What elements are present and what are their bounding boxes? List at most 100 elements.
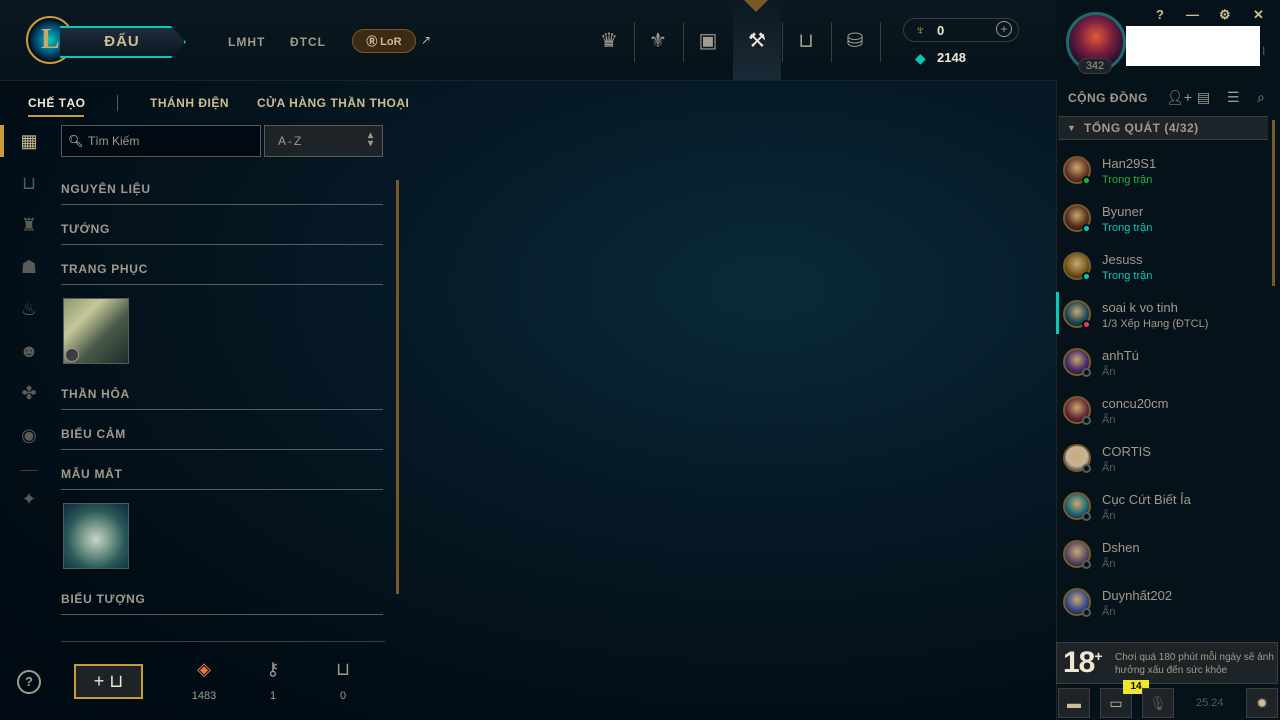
summoner-icon-filter-icon[interactable]: ◉ [18, 424, 40, 446]
add-friend-icon[interactable]: 👤︎+ [1166, 89, 1192, 106]
friend-name: Han29S1 [1102, 156, 1157, 171]
health-warning: 18+ Chơi quá 180 phút mỗi ngày sẽ ảnh hư… [1056, 642, 1278, 684]
search-icon[interactable]: ⌕ [1257, 89, 1265, 106]
ward-skin-item[interactable] [63, 503, 129, 569]
rp-icon: ♆ [915, 22, 926, 38]
buy-rp-button[interactable]: + [996, 21, 1012, 37]
grid-all-icon[interactable]: ▦ [18, 130, 40, 152]
status-dot-icon [1082, 560, 1091, 569]
friend-row[interactable]: Cục Cứt Biết Ỉa Ẩn [1058, 486, 1268, 534]
client-version: 25.24 [1196, 697, 1224, 709]
status-dot-icon [1082, 416, 1091, 425]
skin-mask-icon[interactable]: ☗ [18, 256, 40, 278]
sort-value: A-Z [278, 134, 304, 148]
tab-sanctum[interactable]: THÁNH ĐIỆN [150, 96, 229, 110]
list-view-icon[interactable]: ☰ [1227, 89, 1240, 106]
friend-row[interactable]: soai k vo tinh 1/3 Xếp Hạng (ĐTCL) [1058, 294, 1268, 342]
sort-select[interactable]: A-Z ▴ ▾ [264, 125, 383, 157]
friend-name: concu20cm [1102, 396, 1169, 411]
collection-icon[interactable]: ⊔ [791, 26, 821, 56]
health-warning-text: Chơi quá 180 phút mỗi ngày sẽ ảnh hưởng … [1115, 652, 1274, 676]
category-icons[interactable]: BIỂU TƯỢNG [61, 592, 383, 615]
clash-icon[interactable]: ⚜ [643, 26, 673, 56]
friend-row[interactable]: anhTú Ẩn [1058, 342, 1268, 390]
friend-row[interactable]: CORTIS Ẩn [1058, 438, 1268, 486]
voice-mic-icon[interactable]: 🎙︎ [1142, 688, 1174, 718]
search-input[interactable] [88, 133, 248, 149]
active-tab-caret [744, 0, 768, 12]
store-bag-icon[interactable]: ▣ [693, 26, 723, 56]
chest-filter-icon[interactable]: ⊔ [18, 172, 40, 194]
friend-row[interactable]: concu20cm Ẩn [1058, 390, 1268, 438]
tab-crafting[interactable]: CHẾ TẠO [28, 96, 86, 110]
crafting-icon[interactable]: ⚒ [742, 26, 772, 56]
external-link-icon: ↗ [421, 33, 432, 47]
sort-stepper-icon: ▴ ▾ [367, 130, 373, 149]
category-ward-skins[interactable]: MẪU MẮT [61, 467, 383, 490]
chat-icon[interactable]: ▬ [1058, 688, 1090, 718]
report-bug-icon[interactable]: ✹ [1246, 688, 1278, 718]
wardskin-icon[interactable]: ✤ [18, 382, 40, 404]
friend-row[interactable]: Duynhất202 Ẩn [1058, 582, 1268, 630]
add-chest-button[interactable]: + ⊔ [74, 664, 143, 699]
rail-active-indicator [0, 125, 4, 157]
category-wards[interactable]: THẦN HỎA [61, 387, 383, 410]
friend-name: soai k vo tinh [1102, 300, 1178, 315]
social-title: CỘNG ĐỒNG [1068, 91, 1148, 105]
nav-link-dtcl[interactable]: ĐTCL [290, 35, 326, 49]
friend-name: Dshen [1102, 540, 1140, 555]
loot-scrollbar[interactable] [396, 180, 399, 594]
status-dot-icon [1082, 512, 1091, 521]
minimize-button[interactable]: — [1186, 7, 1199, 22]
collapse-caret-icon: ▼ [1067, 123, 1076, 133]
friend-status: Trong trận [1102, 222, 1153, 234]
nav-link-lmht[interactable]: LMHT [228, 35, 265, 49]
lor-button[interactable]: Ⓡ LoR [352, 29, 416, 53]
loot-coins-icon[interactable]: ⛁ [840, 26, 870, 56]
loot-help-button[interactable]: ? [17, 670, 41, 694]
play-button[interactable]: ĐẤU [60, 26, 186, 58]
chest-icon: ⊔ [109, 671, 124, 691]
close-button[interactable]: ✕ [1253, 7, 1264, 23]
category-champions[interactable]: TƯỚNG [61, 222, 383, 245]
nav-divider [880, 22, 881, 62]
status-dot-icon [1082, 320, 1091, 329]
tab-mythic-shop[interactable]: CỬA HÀNG THẦN THOẠI [257, 96, 409, 110]
lor-label: LoR [380, 36, 402, 48]
skin-shard-item[interactable] [63, 298, 129, 364]
chest-count-value: 0 [339, 690, 347, 702]
client-window: L ĐẤU LMHT ĐTCL Ⓡ LoR ↗ ♛ ⚜ ▣ ⚒ ⊔ ⛁ ♆ 0 … [0, 0, 1280, 720]
ward-flame-icon[interactable]: ♨ [18, 298, 40, 320]
friend-status: Ẩn [1102, 414, 1116, 426]
friend-group-label: TỔNG QUÁT (4/32) [1084, 121, 1199, 135]
friend-group-header[interactable]: ▼ TỔNG QUÁT (4/32) [1058, 116, 1268, 140]
social-scrollbar[interactable] [1272, 120, 1275, 286]
add-folder-icon[interactable]: ▤ [1197, 89, 1210, 106]
friend-name: CORTIS [1102, 444, 1151, 459]
rail-divider [20, 470, 38, 471]
settings-gear-icon[interactable]: ⚙ [1219, 7, 1231, 23]
friend-row[interactable]: Byuner Trong trận [1058, 198, 1268, 246]
skin-rarity-icon [65, 348, 79, 362]
friend-status: Ẩn [1102, 366, 1116, 378]
category-skins[interactable]: TRANG PHỤC [61, 262, 383, 285]
status-dot-icon [1082, 272, 1091, 281]
key-fragment-value: 1 [269, 690, 277, 702]
friend-status: Ẩn [1102, 606, 1116, 618]
key-icon: ⚷ [266, 659, 280, 679]
friend-row[interactable]: Dshen Ẩn [1058, 534, 1268, 582]
friend-status: Ẩn [1102, 510, 1116, 522]
friend-name: Duynhất202 [1102, 588, 1173, 603]
summoner-name-tail: I [1262, 44, 1266, 58]
worlds-icon[interactable]: ♛ [594, 26, 624, 56]
champion-helmet-icon[interactable]: ♜ [18, 214, 40, 236]
friend-row[interactable]: Jesuss Trong trận [1058, 246, 1268, 294]
help-button[interactable]: ? [1156, 7, 1164, 22]
emote-face-icon[interactable]: ☻ [18, 340, 40, 362]
other-items-icon[interactable]: ✦ [18, 488, 40, 510]
status-dot-icon [1082, 224, 1091, 233]
age-rating: 18+ [1063, 646, 1103, 679]
friend-row[interactable]: Han29S1 Trong trận [1058, 150, 1268, 198]
category-materials[interactable]: NGUYÊN LIỆU [61, 182, 383, 205]
category-emotes[interactable]: BIỂU CẢM [61, 427, 383, 450]
